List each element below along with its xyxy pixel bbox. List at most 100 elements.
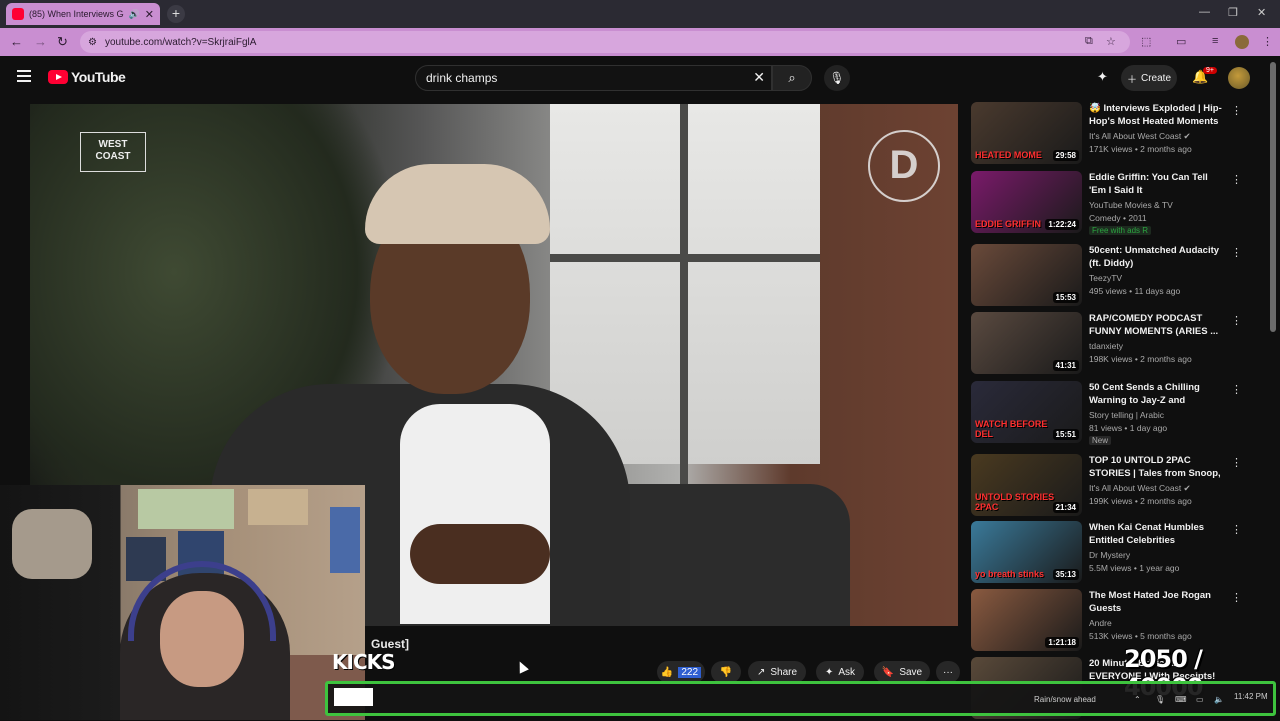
save-button[interactable]: 🔖 Save [874, 661, 930, 683]
dislike-button[interactable]: 👎 [711, 661, 741, 683]
recommendation-item[interactable]: yo breath stinks 35:13 When Kai Cenat Hu… [971, 521, 1271, 585]
scrollbar[interactable] [1270, 62, 1276, 332]
search-input[interactable]: drink champs ✕ [415, 65, 772, 91]
recommendation-item[interactable]: EDDIE GRIFFIN 1:22:24 Eddie Griffin: You… [971, 171, 1271, 235]
video-thumbnail[interactable]: WATCH BEFORE DEL 15:51 [971, 381, 1082, 443]
video-duration: 15:51 [1052, 429, 1079, 440]
browser-menu-icon[interactable]: ⋮ [1262, 35, 1273, 48]
share-button[interactable]: ↗ Share [748, 661, 806, 683]
more-options-icon[interactable]: ⋮ [1231, 173, 1242, 186]
address-bar[interactable]: ⚙ youtube.com/watch?v=SkrjraiFglA [80, 31, 1130, 53]
more-options-icon[interactable]: ⋮ [1231, 246, 1242, 259]
profile-avatar-icon[interactable] [1235, 35, 1249, 49]
video-thumbnail[interactable]: HEATED MOME 29:58 [971, 102, 1082, 164]
ask-button[interactable]: ✦ Ask [816, 661, 864, 683]
recommendation-title[interactable]: TOP 10 UNTOLD 2PAC STORIES | Tales from … [1089, 454, 1227, 481]
youtube-favicon-icon [12, 8, 24, 20]
more-actions-button[interactable]: ··· [936, 661, 960, 683]
create-button[interactable]: ＋ Create [1121, 65, 1177, 91]
video-meta: 198K views • 2 months ago [1089, 354, 1192, 364]
browser-tab[interactable]: (85) When Interviews Go 1... 🔊 ✕ [6, 3, 160, 25]
recommendation-item[interactable]: UNTOLD STORIES 2PAC 21:34 TOP 10 UNTOLD … [971, 454, 1271, 518]
menu-icon[interactable] [17, 70, 31, 82]
recommendation-title[interactable]: 🤯 Interviews Exploded | Hip-Hop's Most H… [1089, 102, 1227, 129]
tab-search-icon[interactable]: ≡ [1212, 35, 1218, 47]
recommendation-item[interactable]: 1:21:18 The Most Hated Joe Rogan Guests … [971, 589, 1271, 653]
recommendation-title[interactable]: When Kai Cenat Humbles Entitled Celebrit… [1089, 521, 1227, 547]
more-options-icon[interactable]: ⋮ [1231, 314, 1242, 327]
video-thumbnail[interactable]: 41:31 [971, 312, 1082, 374]
install-app-icon[interactable]: ⧉ [1085, 35, 1093, 48]
window-frame [550, 254, 820, 262]
more-options-icon[interactable]: ⋮ [1231, 104, 1242, 117]
recommendation-title[interactable]: 50cent: Unmatched Audacity (ft. Diddy) [1089, 244, 1227, 270]
cast-icon[interactable]: ▭ [1176, 35, 1186, 48]
customize-icon[interactable]: ✦ [1097, 69, 1108, 85]
voice-search-button[interactable]: 🎙 [824, 65, 850, 91]
video-duration: 21:34 [1052, 502, 1079, 513]
video-thumbnail[interactable]: UNTOLD STORIES 2PAC 21:34 [971, 454, 1082, 516]
guest-shirt [400, 404, 550, 624]
recommendation-item[interactable]: WATCH BEFORE DEL 15:51 50 Cent Sends a C… [971, 381, 1271, 445]
more-options-icon[interactable]: ⋮ [1231, 383, 1242, 396]
youtube-logo[interactable]: YouTube [48, 69, 126, 85]
recommendation-title[interactable]: 50 Cent Sends a Chilling Warning to Jay-… [1089, 381, 1227, 408]
more-options-icon[interactable]: ⋮ [1231, 591, 1242, 604]
video-thumbnail[interactable]: 1:21:18 [971, 589, 1082, 651]
clear-search-icon[interactable]: ✕ [753, 69, 765, 86]
mouse-cursor [515, 659, 529, 674]
speaker-icon[interactable]: 🔊 [129, 9, 140, 20]
extensions-icon[interactable]: ⬚ [1141, 35, 1151, 48]
forward-arrow-icon[interactable]: → [34, 34, 47, 49]
keyboard-tray-icon[interactable]: ⌨ [1175, 695, 1187, 704]
account-avatar[interactable] [1228, 67, 1250, 89]
mic-tray-icon[interactable]: 🎙 [1155, 695, 1165, 704]
plus-icon: ＋ [1126, 74, 1137, 86]
new-tab-button[interactable]: + [167, 5, 185, 23]
video-meta: 5.5M views • 1 year ago [1089, 563, 1180, 573]
channel-name[interactable]: It's All About West Coast ✔ [1089, 131, 1191, 142]
video-duration: 1:21:18 [1045, 637, 1079, 648]
video-thumbnail[interactable]: 15:53 [971, 244, 1082, 306]
search-button[interactable]: ⌕ [772, 65, 812, 91]
weather-text[interactable]: Rain/snow ahead [1034, 695, 1096, 704]
reload-icon[interactable]: ↻ [57, 34, 68, 50]
recommendation-title[interactable]: The Most Hated Joe Rogan Guests [1089, 589, 1227, 615]
channel-name[interactable]: YouTube Movies & TV [1089, 200, 1173, 210]
channel-name[interactable]: It's All About West Coast ✔ [1089, 483, 1191, 494]
close-window-button[interactable]: ✕ [1257, 6, 1266, 19]
white-block [334, 688, 373, 706]
minimize-button[interactable]: — [1199, 6, 1210, 18]
channel-name[interactable]: Andre [1089, 618, 1112, 628]
recommendation-item[interactable]: 41:31 RAP/COMEDY PODCAST FUNNY MOMENTS (… [971, 312, 1271, 376]
like-button[interactable]: 👍 222 [657, 661, 705, 683]
channel-name[interactable]: Story telling | Arabic [1089, 410, 1164, 420]
share-label: Share [770, 666, 798, 678]
video-badge: Free with ads R [1089, 226, 1152, 235]
streamer-webcam-overlay [0, 485, 365, 720]
video-thumbnail[interactable]: EDDIE GRIFFIN 1:22:24 [971, 171, 1082, 233]
channel-name[interactable]: TeezyTV [1089, 273, 1122, 283]
more-options-icon[interactable]: ⋮ [1231, 456, 1242, 469]
tray-chevron-icon[interactable]: ⌃ [1134, 695, 1141, 704]
video-title-fragment: Guest] [371, 637, 410, 651]
network-tray-icon[interactable]: ▭ [1196, 695, 1204, 704]
site-info-icon[interactable]: ⚙ [88, 37, 97, 48]
recommendation-item[interactable]: 15:53 50cent: Unmatched Audacity (ft. Di… [971, 244, 1271, 308]
maximize-button[interactable]: ❐ [1228, 6, 1238, 19]
video-thumbnail[interactable]: yo breath stinks 35:13 [971, 521, 1082, 583]
channel-name[interactable]: tdanxiety [1089, 341, 1123, 351]
recommendation-title[interactable]: Eddie Griffin: You Can Tell 'Em I Said I… [1089, 171, 1227, 197]
channel-name[interactable]: Dr Mystery [1089, 550, 1130, 560]
channel-watermark-logo: D [868, 130, 940, 202]
west-coast-watermark: WEST COAST [80, 132, 146, 172]
video-duration: 35:13 [1052, 569, 1079, 580]
volume-tray-icon[interactable]: 🔈 [1214, 695, 1224, 704]
bookmark-star-icon[interactable]: ☆ [1106, 35, 1116, 48]
clock-time[interactable]: 11:42 PM [1234, 692, 1268, 701]
recommendation-item[interactable]: HEATED MOME 29:58 🤯 Interviews Exploded … [971, 102, 1271, 166]
back-arrow-icon[interactable]: ← [10, 34, 23, 49]
close-tab-icon[interactable]: ✕ [145, 8, 154, 21]
more-options-icon[interactable]: ⋮ [1231, 523, 1242, 536]
recommendation-title[interactable]: RAP/COMEDY PODCAST FUNNY MOMENTS (ARIES … [1089, 312, 1227, 338]
